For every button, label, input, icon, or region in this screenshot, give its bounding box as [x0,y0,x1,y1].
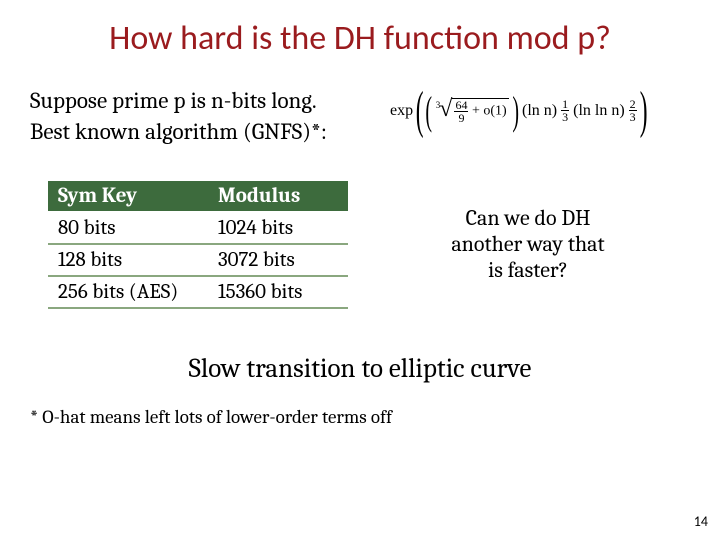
intro-line-1: Suppose prime p is n-bits long. [30,87,317,114]
o1-term: + o(1) [468,103,506,118]
lnln-n: (ln ln n) [573,102,625,120]
table-row: 80 bits 1024 bits [48,212,348,244]
inner-paren-left: ( [426,99,433,123]
table-row: 256 bits (AES) 15360 bits [48,276,348,308]
aside-question: Can we do DH another way that is faster? [378,206,690,284]
page-number: 14 [694,513,708,530]
exp-1-3: 13 [561,98,569,123]
cell-symkey: 128 bits [48,244,208,276]
outer-paren-right: ) [639,95,647,126]
outer-paren-left: ( [416,95,424,126]
table-header-row: Sym Key Modulus [48,181,348,212]
transition-line: Slow transition to elliptic curve [0,309,720,384]
slide-title: How hard is the DH function mod p? [0,0,720,67]
col-symkey: Sym Key [48,181,208,212]
ln-n: (ln n) [522,102,557,120]
footnote: * O-hat means left lots of lower-order t… [0,384,720,428]
exp2-den: 3 [629,111,637,123]
complexity-formula: exp ( ( 3 √ 64 9 + o(1) ) (ln n)13 (ln l… [390,95,646,126]
frac-64-9: 64 9 [454,99,468,124]
aside-line-1: Can we do DH [466,205,591,231]
frac-den: 9 [457,112,465,124]
radicand: 64 9 + o(1) [452,98,508,124]
cell-modulus: 15360 bits [208,276,348,308]
cell-modulus: 1024 bits [208,212,348,244]
cube-root: 3 √ 64 9 + o(1) [436,97,509,124]
mid-row: Sym Key Modulus 80 bits 1024 bits 128 bi… [0,147,720,309]
col-modulus: Modulus [208,181,348,212]
cell-modulus: 3072 bits [208,244,348,276]
table-row: 128 bits 3072 bits [48,244,348,276]
frac-num: 64 [454,99,468,112]
aside-line-3: is faster? [488,257,568,283]
key-modulus-table: Sym Key Modulus 80 bits 1024 bits 128 bi… [48,181,348,309]
cell-symkey: 256 bits (AES) [48,276,208,308]
inner-paren-right: ) [512,99,519,123]
exp-label: exp [390,102,413,120]
exp1-den: 3 [561,111,569,123]
intro-line-2: Best known algorithm (GNFS)*: [30,118,327,145]
exp-2-3: 23 [629,98,637,123]
cell-symkey: 80 bits [48,212,208,244]
radical-symbol: √ [439,96,452,123]
aside-line-2: another way that [451,231,604,257]
